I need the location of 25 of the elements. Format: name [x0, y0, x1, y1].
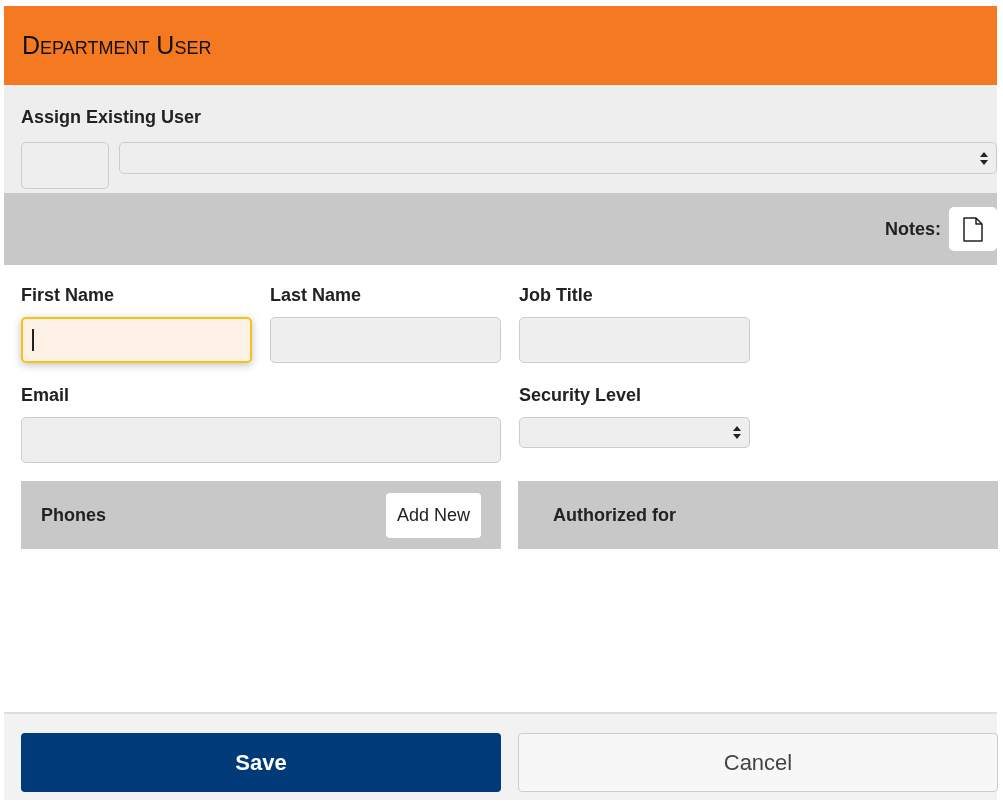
text-input-field[interactable]: [21, 317, 252, 363]
save-button[interactable]: Save: [21, 733, 501, 792]
user-select[interactable]: [119, 142, 997, 174]
cancel-button[interactable]: Cancel: [518, 733, 998, 792]
notes-button[interactable]: [949, 207, 997, 251]
add-new-button[interactable]: Add New: [385, 492, 481, 538]
text-input-field[interactable]: [270, 317, 501, 363]
field-label: First Name: [21, 285, 116, 306]
security-level-select[interactable]: [519, 417, 750, 448]
select-arrows-icon: [733, 426, 741, 439]
window-title: Department User: [22, 31, 212, 60]
field-label: Assign Existing User: [21, 107, 203, 128]
field-label: Job Title: [519, 285, 594, 306]
document-icon: [963, 216, 983, 242]
field-label: Security Level: [519, 385, 643, 406]
text-input-field[interactable]: [21, 417, 501, 463]
panel-title: Authorized for: [553, 504, 676, 526]
field-label: Last Name: [270, 285, 363, 306]
notes-label: Notes:: [885, 218, 941, 240]
text-input-field[interactable]: [519, 317, 750, 363]
panel-title: Phones: [41, 504, 106, 526]
text-cursor: [32, 329, 34, 351]
select-arrows-icon: [980, 151, 988, 165]
input-field[interactable]: [21, 142, 109, 189]
field-label: Email: [21, 385, 71, 406]
